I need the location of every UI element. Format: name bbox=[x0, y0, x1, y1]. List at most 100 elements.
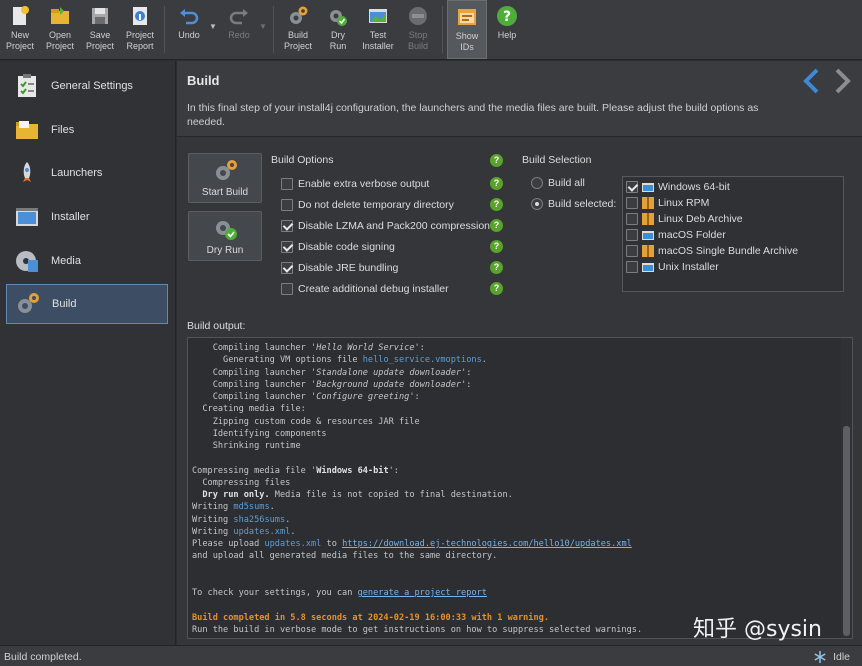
option-verbose-output[interactable]: Enable extra verbose output bbox=[281, 176, 429, 192]
media-item-unix-installer[interactable]: Unix Installer bbox=[626, 259, 840, 275]
help-icon[interactable]: ? bbox=[490, 177, 503, 190]
start-build-button[interactable]: Start Build bbox=[188, 153, 262, 203]
output-line: Creating media file: bbox=[192, 403, 840, 415]
sidebar-item-label: Media bbox=[51, 255, 81, 267]
media-item-macos-folder[interactable]: macOS Folder bbox=[626, 227, 840, 243]
checklist-icon bbox=[18, 74, 36, 97]
open-project-button[interactable]: Open Project bbox=[40, 0, 80, 59]
dry-run-action-button[interactable]: Dry Run bbox=[188, 211, 262, 261]
toolbar-separator bbox=[273, 6, 274, 53]
output-text: Run the build in verbose mode to get ins… bbox=[192, 624, 643, 635]
output-line: Compressing files bbox=[192, 477, 840, 489]
output-italic-text: Standalone update downloader bbox=[316, 367, 462, 378]
option-disable-jre-bundling[interactable]: Disable JRE bundling bbox=[281, 260, 398, 276]
help-icon[interactable]: ? bbox=[490, 282, 503, 295]
build-all-radio[interactable]: Build all bbox=[531, 177, 585, 189]
build-gear-icon bbox=[216, 160, 237, 180]
scrollbar-thumb[interactable] bbox=[843, 426, 850, 636]
undo-dropdown-icon[interactable]: ▼ bbox=[209, 0, 219, 59]
rocket-icon bbox=[23, 162, 31, 182]
help-icon[interactable]: ? bbox=[490, 240, 503, 253]
show-ids-button[interactable]: Show IDs bbox=[447, 0, 487, 59]
option-disable-compression[interactable]: Disable LZMA and Pack200 compression bbox=[281, 218, 490, 234]
save-project-button[interactable]: Save Project bbox=[80, 0, 120, 59]
previous-step-icon[interactable] bbox=[800, 67, 824, 95]
output-text: To check your settings, you can bbox=[192, 588, 358, 598]
help-icon[interactable]: ? bbox=[490, 154, 503, 167]
toolbar: New Project Open Project Save Project Pr… bbox=[0, 0, 862, 60]
build-output-label: Build output: bbox=[187, 320, 246, 332]
output-text: ': bbox=[414, 343, 425, 353]
option-label: Do not delete temporary directory bbox=[298, 199, 454, 211]
sidebar-item-launchers[interactable]: Launchers bbox=[6, 153, 168, 193]
help-button[interactable]: ? Help bbox=[487, 0, 527, 59]
help-icon[interactable]: ? bbox=[490, 219, 503, 232]
output-text: and upload all generated media files to … bbox=[192, 551, 498, 562]
stop-build-button[interactable]: Stop Build bbox=[398, 0, 438, 59]
option-keep-temp-directory[interactable]: Do not delete temporary directory bbox=[281, 197, 454, 213]
option-disable-code-signing[interactable]: Disable code signing bbox=[281, 239, 395, 255]
sidebar-item-general-settings[interactable]: General Settings bbox=[6, 66, 168, 106]
output-file-link[interactable]: hello_service.vmoptions bbox=[363, 355, 482, 365]
sidebar-item-files[interactable]: Files bbox=[6, 110, 168, 150]
option-label: Disable LZMA and Pack200 compression bbox=[298, 220, 491, 232]
output-text: ': bbox=[461, 379, 472, 390]
output-url-link[interactable]: generate a project report bbox=[358, 588, 487, 598]
dry-run-button[interactable]: Dry Run bbox=[318, 0, 358, 59]
output-file-link[interactable]: updates.xml bbox=[264, 539, 321, 549]
radio-button[interactable] bbox=[531, 198, 543, 210]
checkbox[interactable] bbox=[281, 178, 293, 190]
checkbox[interactable] bbox=[626, 261, 638, 273]
build-project-button[interactable]: Build Project bbox=[278, 0, 318, 59]
output-url-link[interactable]: https://download.ej-technologies.com/hel… bbox=[342, 539, 632, 549]
output-line: To check your settings, you can generate… bbox=[192, 587, 840, 599]
new-project-button[interactable]: New Project bbox=[0, 0, 40, 59]
checkbox[interactable] bbox=[626, 181, 638, 193]
option-debug-installer[interactable]: Create additional debug installer bbox=[281, 281, 449, 297]
media-item-linux-deb[interactable]: Linux Deb Archive bbox=[626, 211, 840, 227]
sidebar-item-installer[interactable]: Installer bbox=[6, 197, 168, 237]
undo-button[interactable]: Undo bbox=[169, 0, 209, 59]
media-selection-list: Windows 64-bit Linux RPM Linux Deb Archi… bbox=[622, 176, 844, 292]
radio-button[interactable] bbox=[531, 177, 543, 189]
media-item-linux-rpm[interactable]: Linux RPM bbox=[626, 195, 840, 211]
help-icon[interactable]: ? bbox=[490, 198, 503, 211]
redo-icon bbox=[229, 9, 248, 25]
output-line: Dry run only. Media file is not copied t… bbox=[192, 489, 840, 501]
output-file-link[interactable]: md5sums bbox=[233, 502, 269, 512]
checkbox[interactable] bbox=[626, 213, 638, 225]
sidebar-item-media[interactable]: Media bbox=[6, 241, 168, 281]
undo-icon bbox=[180, 9, 199, 25]
radio-label: Build selected: bbox=[548, 198, 617, 210]
output-line: Compiling launcher 'Hello World Service'… bbox=[192, 342, 840, 354]
checkbox[interactable] bbox=[281, 262, 293, 274]
checkbox[interactable] bbox=[281, 199, 293, 211]
vertical-scrollbar[interactable] bbox=[841, 338, 852, 638]
output-line: Compressing media file 'Windows 64-bit': bbox=[192, 465, 840, 477]
next-step-icon[interactable] bbox=[830, 67, 854, 95]
checkbox[interactable] bbox=[626, 229, 638, 241]
redo-dropdown-icon[interactable]: ▼ bbox=[259, 0, 269, 59]
checkbox[interactable] bbox=[626, 245, 638, 257]
open-project-label: Open Project bbox=[45, 30, 74, 51]
help-icon[interactable]: ? bbox=[490, 261, 503, 274]
test-installer-button[interactable]: Test Installer bbox=[358, 0, 398, 59]
redo-button[interactable]: Redo bbox=[219, 0, 259, 59]
unix-installer-icon bbox=[642, 263, 654, 272]
output-file-link[interactable]: updates.xml bbox=[233, 527, 290, 537]
media-item-macos-bundle[interactable]: macOS Single Bundle Archive bbox=[626, 243, 840, 259]
build-output-console[interactable]: Compiling launcher 'Hello World Service'… bbox=[187, 337, 853, 639]
sidebar-item-build[interactable]: Build bbox=[6, 284, 168, 324]
output-text: to bbox=[321, 539, 343, 549]
output-file-link[interactable]: sha256sums bbox=[233, 515, 285, 525]
project-report-button[interactable]: Project Report bbox=[120, 0, 160, 59]
windows-icon bbox=[642, 183, 654, 192]
media-label: Windows 64-bit bbox=[658, 181, 730, 193]
checkbox[interactable] bbox=[281, 241, 293, 253]
media-item-windows[interactable]: Windows 64-bit bbox=[626, 179, 840, 195]
checkbox[interactable] bbox=[281, 283, 293, 295]
checkbox[interactable] bbox=[281, 220, 293, 232]
build-selected-radio[interactable]: Build selected: bbox=[531, 198, 616, 210]
checkbox[interactable] bbox=[626, 197, 638, 209]
